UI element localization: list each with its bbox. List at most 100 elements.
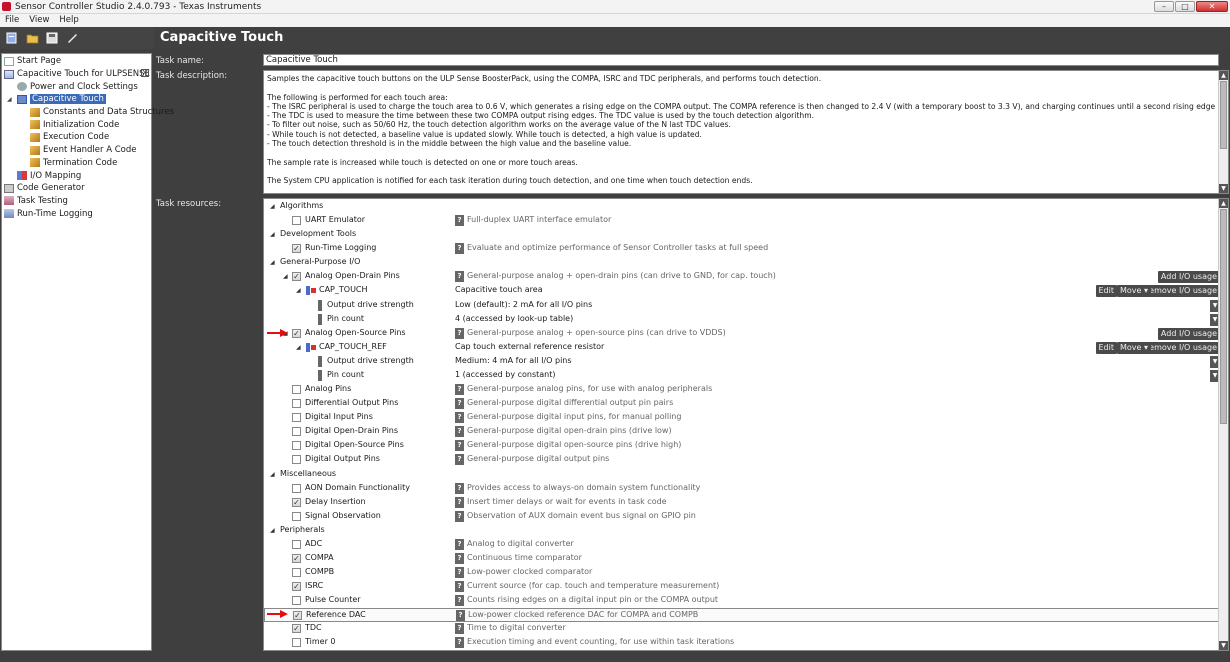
remove-io-usage-button[interactable]: Remove I/O usage — [1140, 285, 1220, 298]
resource-checkbox[interactable] — [292, 568, 301, 578]
help-icon[interactable]: ? — [455, 327, 464, 339]
resource-checkbox[interactable] — [292, 441, 301, 451]
resource-checkbox[interactable]: ✓ — [292, 497, 301, 507]
task-description-label: Task description: — [156, 71, 228, 81]
resource-description: General-purpose analog + open-source pin… — [467, 327, 726, 337]
resource-checkbox[interactable] — [292, 511, 301, 521]
help-icon[interactable]: ? — [455, 426, 464, 438]
resource-checkbox[interactable]: ✓ — [292, 244, 301, 254]
add-io-usage-button[interactable]: Add I/O usage — [1157, 271, 1220, 284]
resource-checkbox[interactable]: ✓ — [293, 611, 302, 621]
help-icon[interactable]: ? — [455, 271, 464, 283]
help-icon[interactable]: ? — [455, 567, 464, 579]
close-project-icon[interactable]: ✕ — [141, 68, 149, 77]
expand-triangle-icon[interactable]: ◢ — [270, 231, 275, 238]
resource-checkbox[interactable]: ✓ — [292, 328, 301, 338]
help-icon[interactable]: ? — [455, 637, 464, 649]
scroll-up-icon[interactable]: ▲ — [1219, 199, 1228, 208]
menu-view[interactable]: View — [24, 14, 54, 27]
io-usage-label: CAP_TOUCH_REF — [319, 341, 387, 351]
help-icon[interactable]: ? — [455, 454, 464, 466]
move-button[interactable]: Move ▾ — [1116, 341, 1151, 354]
description-scrollbar[interactable]: ▲ ▼ — [1218, 71, 1228, 193]
tool-icon[interactable] — [62, 29, 82, 47]
resource-label: AON Domain Functionality — [305, 482, 410, 492]
resources-scrollbar[interactable]: ▲ ▼ — [1218, 199, 1228, 650]
resource-checkbox[interactable]: ✓ — [292, 624, 301, 634]
resource-checkbox[interactable] — [292, 385, 301, 395]
menu-file[interactable]: File — [0, 14, 24, 27]
resource-checkbox[interactable] — [292, 638, 301, 648]
edit-button[interactable]: Edit — [1095, 341, 1117, 354]
scroll-up-icon[interactable]: ▲ — [1219, 71, 1228, 80]
scroll-thumb[interactable] — [1220, 81, 1227, 149]
task-name-input[interactable]: Capacitive Touch — [263, 54, 1219, 66]
help-icon[interactable]: ? — [455, 398, 464, 410]
help-icon[interactable]: ? — [455, 581, 464, 593]
expand-triangle-icon[interactable]: ◢ — [7, 96, 12, 103]
sidebar-item[interactable]: Code Generator — [2, 182, 151, 195]
help-icon[interactable]: ? — [455, 384, 464, 396]
edit-button[interactable]: Edit — [1095, 285, 1117, 298]
help-icon[interactable]: ? — [455, 243, 464, 255]
sidebar-item[interactable]: Execution Code — [2, 131, 151, 144]
help-icon[interactable]: ? — [455, 412, 464, 424]
sidebar-item[interactable]: Capacitive Touch for ULPSENSE ✕ — [2, 68, 151, 81]
help-icon[interactable]: ? — [455, 623, 464, 635]
help-icon[interactable]: ? — [455, 553, 464, 564]
resource-row: ✓ Run-Time Logging? Evaluate and optimize … — [264, 242, 1220, 256]
resource-checkbox[interactable] — [292, 427, 301, 437]
resource-checkbox[interactable] — [292, 455, 301, 465]
menu-help[interactable]: Help — [54, 14, 83, 27]
expand-triangle-icon[interactable]: ◢ — [270, 259, 275, 266]
remove-io-usage-button[interactable]: Remove I/O usage — [1140, 341, 1220, 354]
io-usage-value: Cap touch external reference resistor — [455, 341, 605, 351]
sidebar-item[interactable]: Power and Clock Settings — [2, 80, 151, 93]
scroll-thumb[interactable] — [1220, 209, 1227, 424]
help-icon[interactable]: ? — [455, 482, 464, 494]
help-icon[interactable]: ? — [455, 496, 464, 508]
help-icon[interactable]: ? — [455, 538, 464, 550]
resource-checkbox[interactable] — [292, 399, 301, 409]
sidebar-item[interactable]: ◢ Capacitive Touch — [2, 93, 151, 106]
help-icon[interactable]: ? — [455, 510, 464, 522]
move-button[interactable]: Move ▾ — [1116, 285, 1151, 298]
scroll-down-icon[interactable]: ▼ — [1219, 641, 1228, 650]
expand-triangle-icon[interactable]: ◢ — [270, 527, 275, 534]
sidebar-item[interactable]: I/O Mapping — [2, 169, 151, 182]
expand-triangle-icon[interactable]: ◢ — [270, 203, 275, 210]
category-label: General-Purpose I/O — [280, 257, 361, 267]
close-button[interactable]: ✕ — [1196, 1, 1228, 12]
resource-checkbox[interactable] — [292, 483, 301, 493]
sidebar-item[interactable]: Event Handler A Code — [2, 144, 151, 157]
help-icon[interactable]: ? — [456, 610, 465, 622]
scroll-down-icon[interactable]: ▼ — [1219, 184, 1228, 193]
resource-checkbox[interactable] — [292, 413, 301, 423]
expand-triangle-icon[interactable]: ◢ — [296, 344, 301, 351]
minimize-button[interactable]: – — [1154, 1, 1174, 12]
help-icon[interactable]: ? — [455, 595, 464, 607]
sidebar-item[interactable]: Start Page — [2, 55, 151, 68]
add-io-usage-button[interactable]: Add I/O usage — [1157, 327, 1220, 340]
task-description-textarea[interactable]: Samples the capacitive touch buttons on … — [263, 70, 1229, 194]
save-icon[interactable] — [42, 29, 62, 47]
resource-checkbox[interactable] — [292, 216, 301, 226]
sidebar-item[interactable]: Termination Code — [2, 157, 151, 170]
maximize-button[interactable]: □ — [1175, 1, 1195, 12]
resource-checkbox[interactable]: ✓ — [292, 554, 301, 563]
open-icon[interactable] — [22, 29, 42, 47]
expand-triangle-icon[interactable]: ◢ — [283, 273, 288, 280]
sidebar-item[interactable]: Constants and Data Structures — [2, 106, 174, 119]
sidebar-item[interactable]: Run-Time Logging — [2, 207, 151, 220]
expand-triangle-icon[interactable]: ◢ — [296, 287, 301, 294]
resource-checkbox[interactable]: ✓ — [292, 272, 301, 282]
help-icon[interactable]: ? — [455, 215, 464, 227]
resource-checkbox[interactable] — [292, 596, 301, 606]
sidebar-item[interactable]: Initialization Code — [2, 118, 151, 131]
resource-checkbox[interactable]: ✓ — [292, 582, 301, 592]
expand-triangle-icon[interactable]: ◢ — [270, 471, 275, 478]
new-project-icon[interactable] — [2, 29, 22, 47]
resource-checkbox[interactable] — [292, 539, 301, 549]
sidebar-item[interactable]: Task Testing — [2, 195, 151, 208]
help-icon[interactable]: ? — [455, 440, 464, 452]
